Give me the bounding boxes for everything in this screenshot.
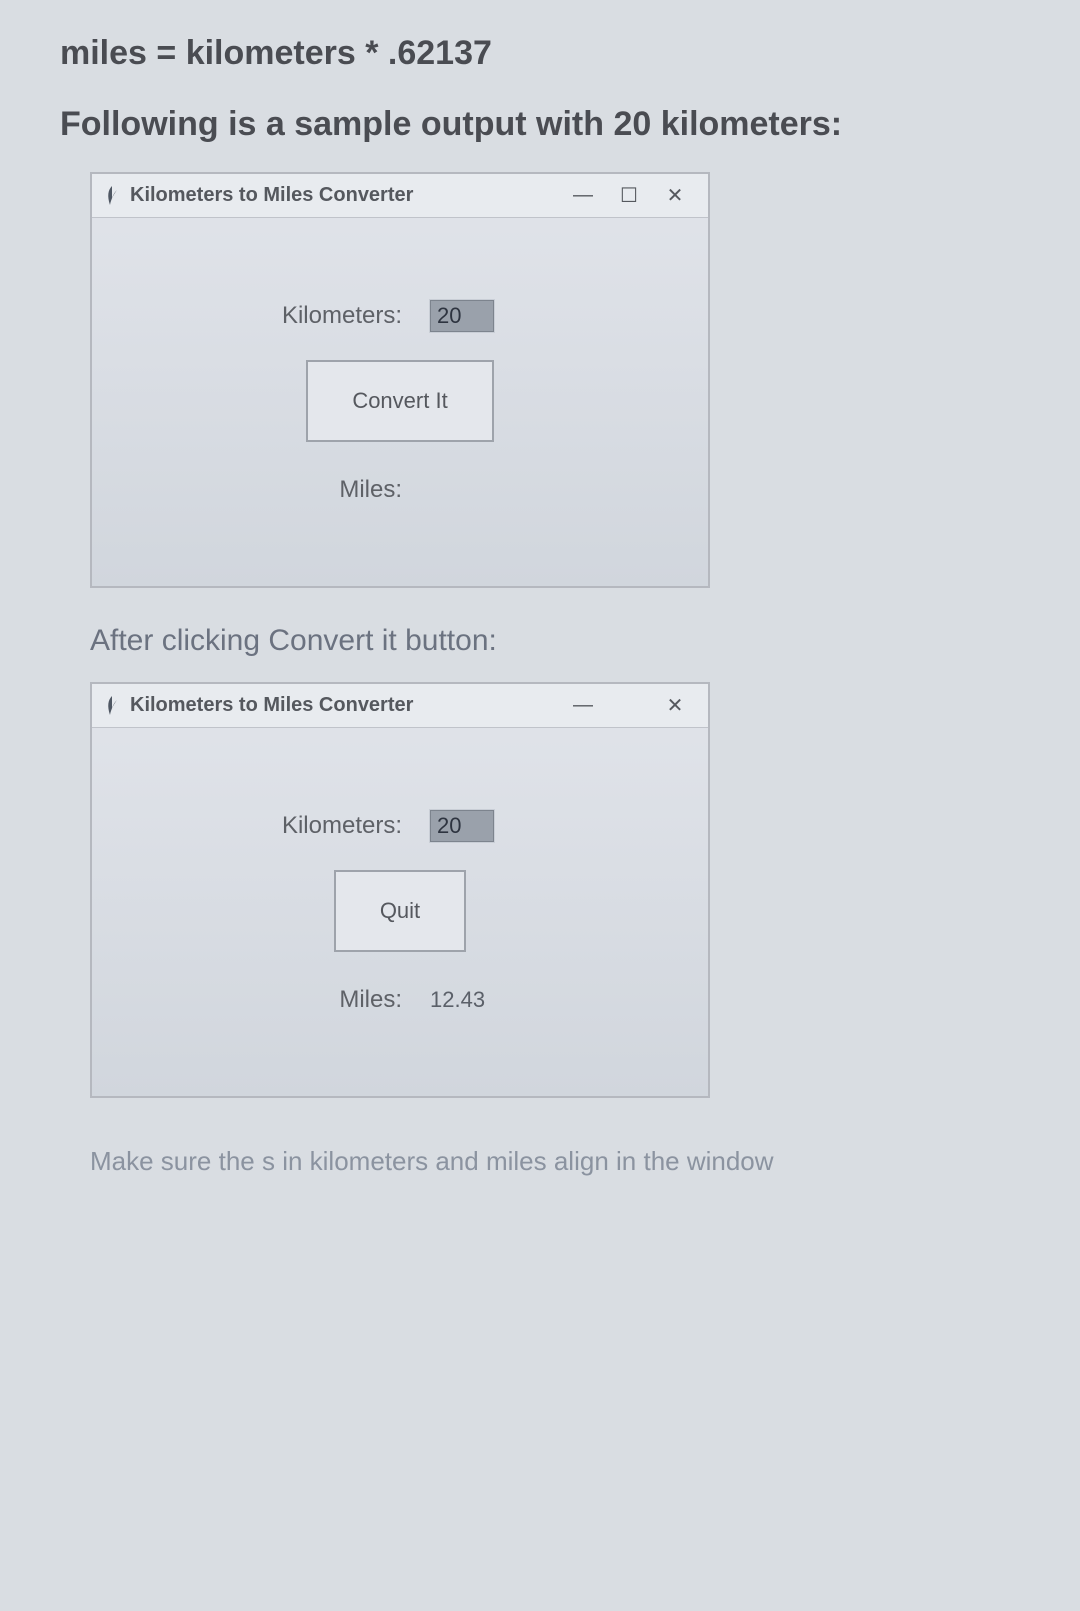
window-body: Kilometers: 20 Quit Miles: 12.43 bbox=[92, 728, 708, 1096]
maximize-button[interactable] bbox=[606, 684, 652, 728]
close-button[interactable]: ✕ bbox=[652, 174, 698, 218]
app-window-after: Kilometers to Miles Converter — ✕ Kilome… bbox=[90, 682, 710, 1098]
kilometers-row: Kilometers: 20 bbox=[122, 810, 678, 842]
kilometers-input[interactable]: 20 bbox=[430, 300, 494, 332]
titlebar: Kilometers to Miles Converter — ✕ bbox=[92, 684, 708, 728]
app-window-before: Kilometers to Miles Converter — ☐ ✕ Kilo… bbox=[90, 172, 710, 588]
close-button[interactable]: ✕ bbox=[652, 684, 698, 728]
miles-output: 12.43 bbox=[430, 987, 485, 1012]
app-feather-icon bbox=[104, 695, 120, 717]
miles-row: Miles: 12.43 bbox=[122, 986, 678, 1014]
titlebar: Kilometers to Miles Converter — ☐ ✕ bbox=[92, 174, 708, 218]
maximize-button[interactable]: ☐ bbox=[606, 174, 652, 218]
app-feather-icon bbox=[104, 185, 120, 207]
kilometers-label: Kilometers: bbox=[230, 812, 430, 840]
minimize-button[interactable]: — bbox=[560, 174, 606, 218]
window-title: Kilometers to Miles Converter bbox=[130, 184, 413, 207]
minimize-button[interactable]: — bbox=[560, 684, 606, 728]
after-caption: After clicking Convert it button: bbox=[90, 624, 1020, 658]
window-title: Kilometers to Miles Converter bbox=[130, 694, 413, 717]
miles-label: Miles: bbox=[230, 476, 430, 504]
button-row: Convert It bbox=[122, 360, 678, 442]
formula-heading: miles = kilometers * .62137 bbox=[60, 34, 1020, 73]
convert-button[interactable]: Convert It bbox=[306, 360, 493, 442]
kilometers-label: Kilometers: bbox=[230, 302, 430, 330]
miles-row: Miles: bbox=[122, 476, 678, 504]
footnote-text: Make sure the s in kilometers and miles … bbox=[90, 1146, 1020, 1177]
kilometers-row: Kilometers: 20 bbox=[122, 300, 678, 332]
miles-label: Miles: bbox=[230, 986, 430, 1014]
button-row: Quit bbox=[122, 870, 678, 952]
window-body: Kilometers: 20 Convert It Miles: bbox=[92, 218, 708, 586]
document-page: miles = kilometers * .62137 Following is… bbox=[0, 0, 1080, 1217]
kilometers-input[interactable]: 20 bbox=[430, 810, 494, 842]
quit-button[interactable]: Quit bbox=[334, 870, 466, 952]
sample-intro-heading: Following is a sample output with 20 kil… bbox=[60, 105, 1020, 144]
